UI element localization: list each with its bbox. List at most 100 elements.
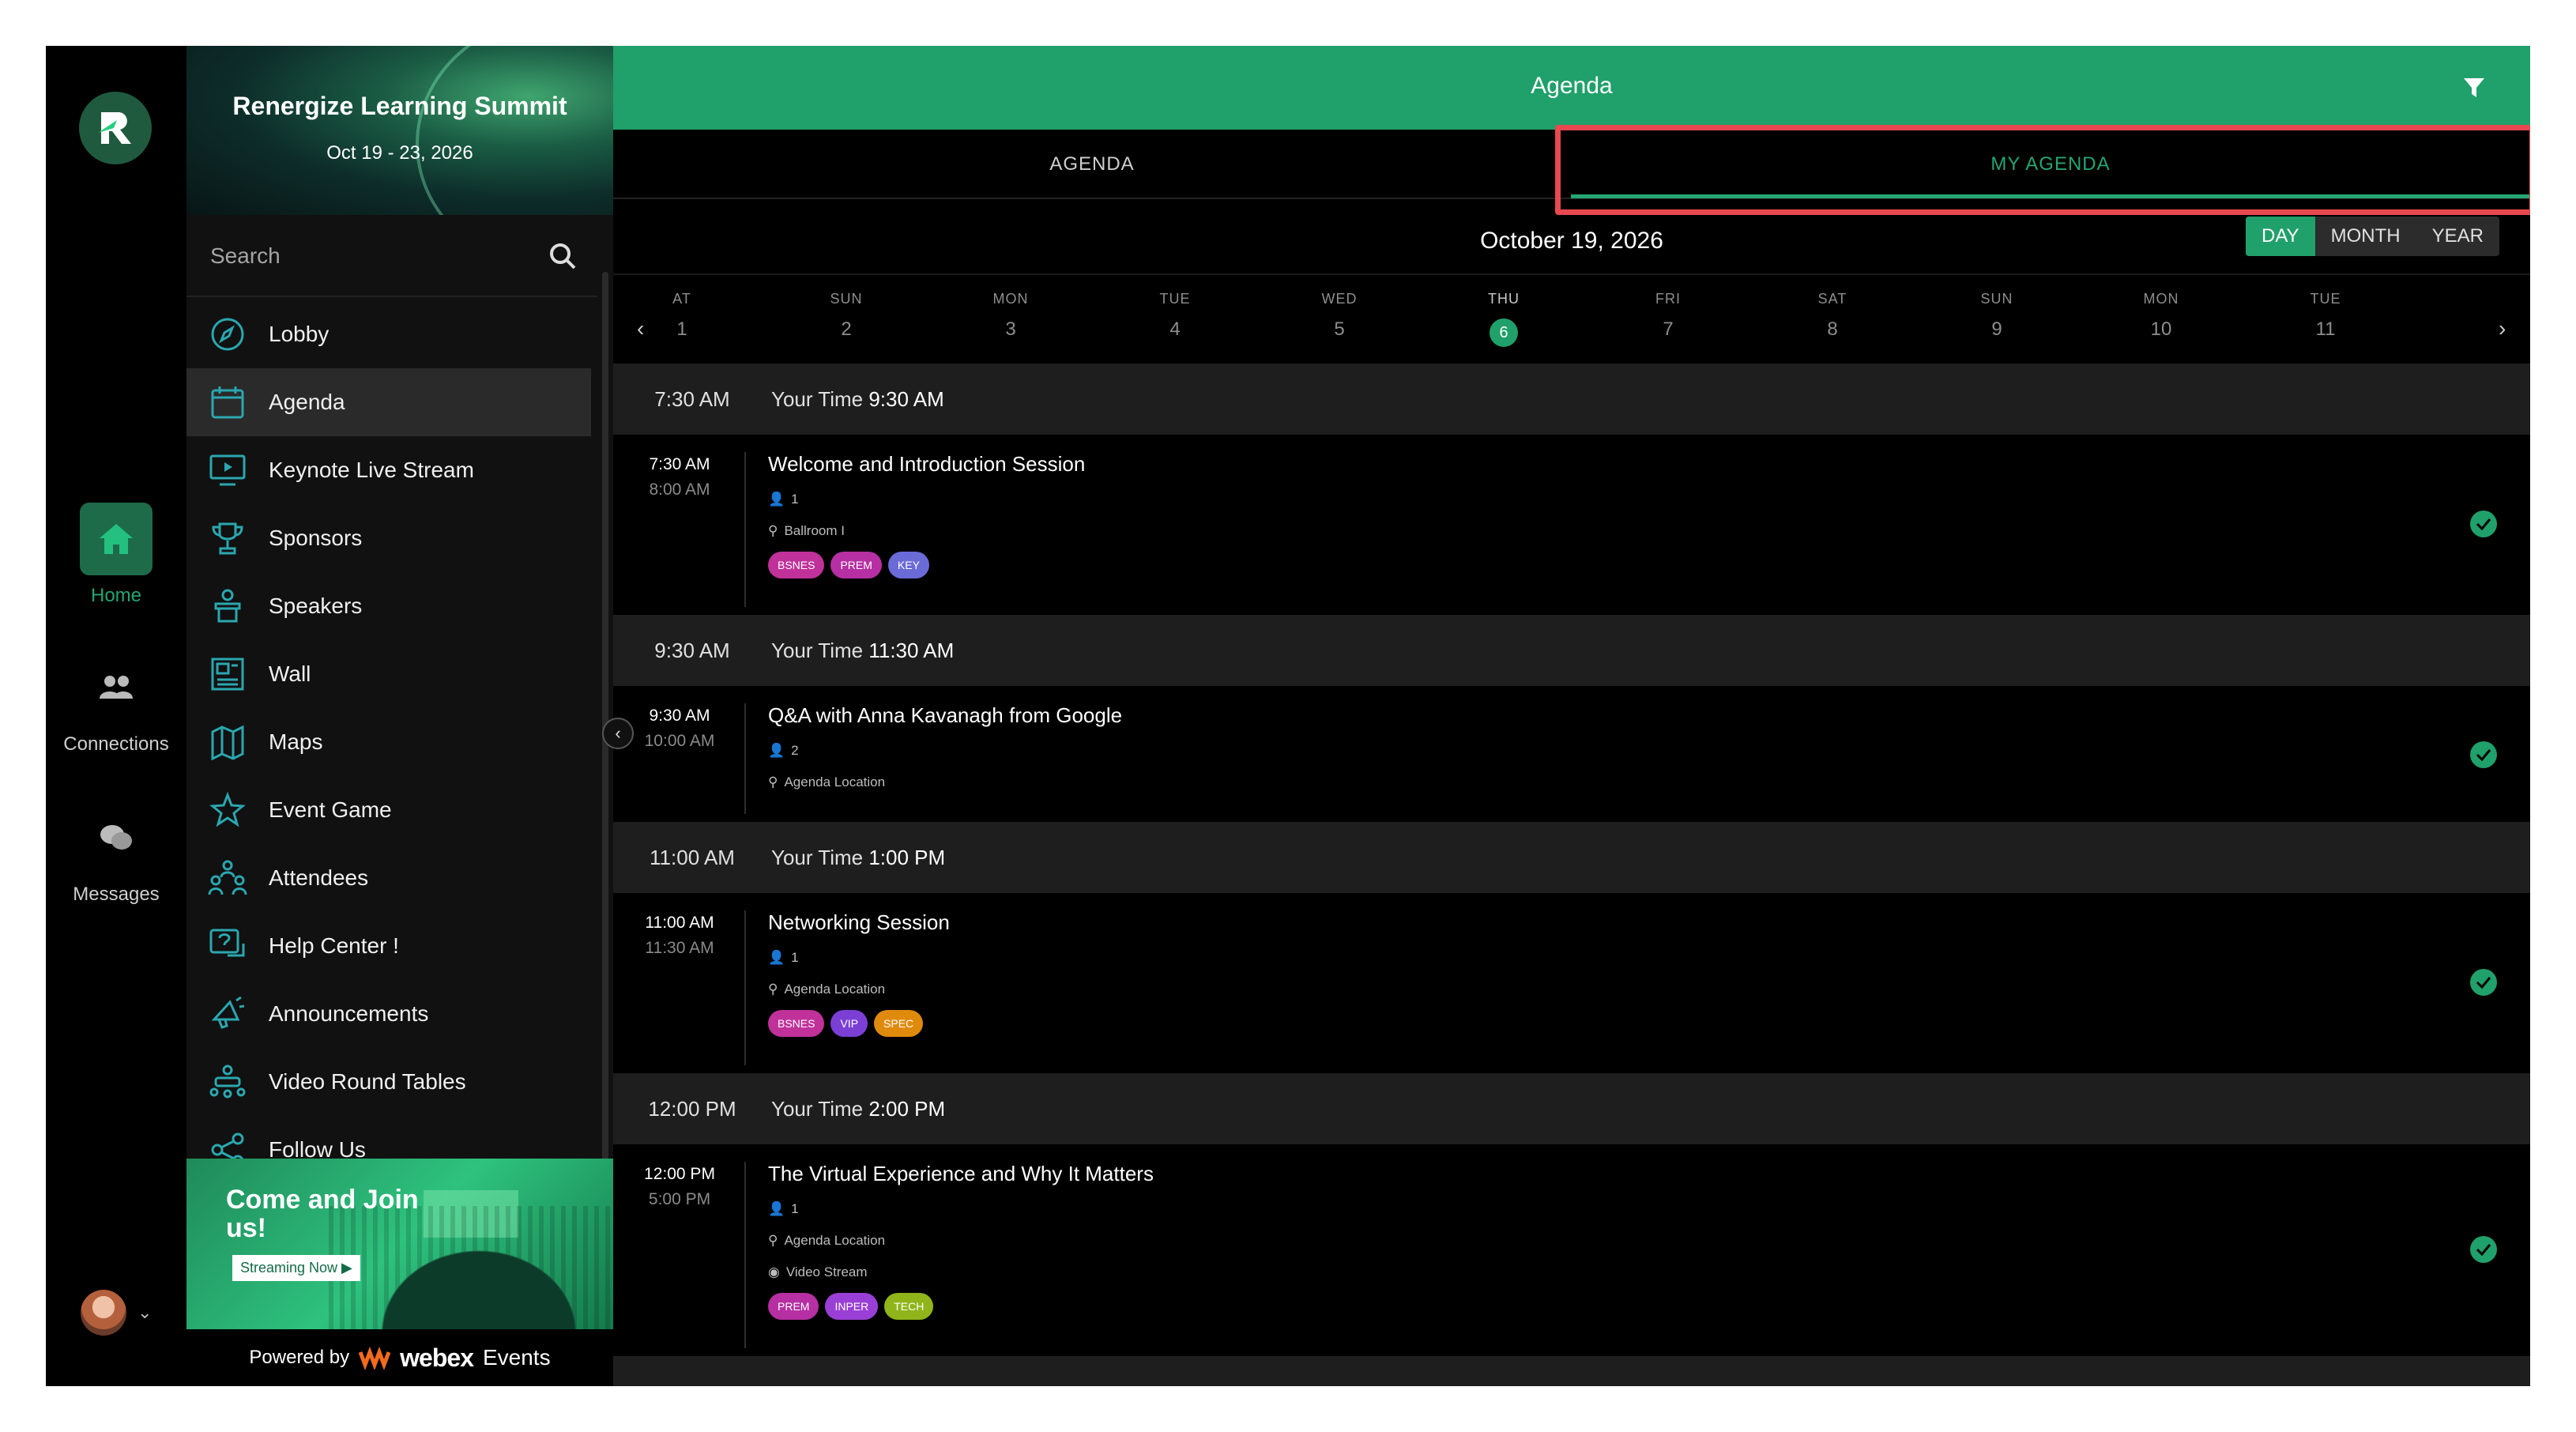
video-stream-icon: ◉ <box>768 1264 780 1279</box>
time-slot-header: 9:30 AM Your Time 11:30 AM <box>613 615 2530 686</box>
day-cell[interactable]: WED 5 <box>1292 291 1387 341</box>
search-input[interactable] <box>210 239 526 273</box>
location-pin-icon: ⚲ <box>768 523 778 538</box>
day-cell[interactable]: AT 1 <box>635 291 729 341</box>
added-check-icon[interactable] <box>2470 969 2497 996</box>
agenda-session[interactable]: 11:00 AM 11:30 AM Networking Session 👤 1 ⚲… <box>613 893 2530 1072</box>
sidebar-item-agenda[interactable]: Agenda <box>186 368 591 436</box>
added-check-icon[interactable] <box>2470 511 2497 537</box>
agenda-session[interactable]: 7:30 AM 8:00 AM Welcome and Introduction … <box>613 435 2530 613</box>
view-year-button[interactable]: YEAR <box>2416 217 2499 256</box>
day-cell[interactable]: FRI 7 <box>1621 291 1715 341</box>
your-time: Your Time 1:00 PM <box>771 846 945 870</box>
event-banner: Renergize Learning Summit Oct 19 - 23, 2… <box>186 46 613 215</box>
chevron-right-icon[interactable]: › <box>2499 316 2506 341</box>
view-day-button[interactable]: DAY <box>2246 217 2315 256</box>
tag-badge: SPEC <box>874 1010 924 1037</box>
agenda-session[interactable]: 12:00 PM 5:00 PM The Virtual Experience a… <box>613 1144 2530 1355</box>
day-number: 8 <box>1827 318 1838 340</box>
day-cell[interactable]: SUN 9 <box>1949 291 2044 341</box>
promo-banner[interactable]: Come and Join us! Streaming Now ▶ <box>186 1159 613 1329</box>
chat-icon <box>80 801 153 874</box>
tab-agenda[interactable]: AGENDA <box>613 130 1571 199</box>
agenda-session[interactable]: 9:30 AM 10:00 AM Q&A with Anna Kavanagh f… <box>613 686 2530 820</box>
sidebar-item-lobby[interactable]: Lobby <box>186 300 591 368</box>
time-slot-header: 11:00 AM Your Time 1:00 PM <box>613 822 2530 893</box>
app-logo-icon[interactable] <box>79 92 152 164</box>
added-check-icon[interactable] <box>2470 1236 2497 1263</box>
sidebar-item-wall[interactable]: Wall <box>186 640 591 708</box>
person-icon: 👤 <box>768 743 785 758</box>
sidebar-item-keynote[interactable]: Keynote Live Stream <box>186 436 591 504</box>
rail-item-messages[interactable]: Messages <box>46 801 186 906</box>
day-number: 9 <box>1991 318 2002 340</box>
session-end: 8:00 AM <box>649 480 710 499</box>
day-cell[interactable]: TUE 4 <box>1128 291 1222 341</box>
day-number: 4 <box>1169 318 1181 340</box>
session-start: 12:00 PM <box>644 1165 715 1183</box>
sidebar-item-video-round-tables[interactable]: Video Round Tables <box>186 1048 591 1116</box>
session-title[interactable]: Q&A with Anna Kavanagh from Google <box>768 703 1122 728</box>
sidebar-search <box>186 215 597 297</box>
tag-badge: KEY <box>887 552 929 578</box>
collapse-sidebar-button[interactable]: ‹ <box>602 718 634 749</box>
sidebar-item-event-game[interactable]: Event Game <box>186 776 591 844</box>
divider <box>744 703 746 814</box>
calendar-icon <box>186 384 269 420</box>
home-icon <box>80 503 153 575</box>
day-name: TUE <box>1159 291 1191 307</box>
tag-badge: TECH <box>884 1293 934 1320</box>
streaming-now-button[interactable]: Streaming Now ▶ <box>232 1255 360 1281</box>
trophy-icon <box>186 520 269 556</box>
person-icon: 👤 <box>768 1201 785 1216</box>
compass-icon <box>186 316 269 352</box>
attendee-count: 1 <box>791 950 799 965</box>
user-avatar[interactable] <box>81 1290 126 1336</box>
day-name: SAT <box>1817 291 1847 307</box>
sidebar-item-maps[interactable]: Maps <box>186 708 591 776</box>
filter-icon[interactable] <box>2462 76 2486 100</box>
sidebar-item-speakers[interactable]: Speakers <box>186 572 591 640</box>
day-cell-today[interactable]: THU 6 <box>1456 291 1551 347</box>
sidebar-item-help-center[interactable]: Help Center ! <box>186 912 591 980</box>
help-icon <box>186 928 269 964</box>
your-time: Your Time 11:30 AM <box>771 639 954 663</box>
day-cell[interactable]: MON 10 <box>2114 291 2209 341</box>
sidebar-item-label: Keynote Live Stream <box>269 458 474 482</box>
megaphone-icon <box>186 996 269 1032</box>
tag-badge: BSNES <box>768 1010 825 1037</box>
tag-badge: PREM <box>830 552 882 578</box>
session-tags: BSNES VIP SPEC <box>768 1010 924 1037</box>
session-start: 11:00 AM <box>645 914 714 932</box>
added-check-icon[interactable] <box>2470 741 2497 768</box>
view-switcher: DAY MONTH YEAR <box>2246 217 2499 256</box>
session-stream: ◉ Video Stream <box>768 1264 868 1280</box>
app-window: Home Connections Messages ⌄ Renergize Le… <box>46 46 2530 1386</box>
chevron-down-icon[interactable]: ⌄ <box>137 1302 152 1323</box>
session-title[interactable]: Welcome and Introduction Session <box>768 452 1085 477</box>
tag-badge: BSNES <box>768 552 825 578</box>
sidebar-item-sponsors[interactable]: Sponsors <box>186 504 591 572</box>
search-icon[interactable] <box>548 242 577 270</box>
person-icon: 👤 <box>768 492 785 507</box>
day-cell[interactable]: MON 3 <box>963 291 1058 341</box>
divider <box>744 910 746 1065</box>
session-title[interactable]: The Virtual Experience and Why It Matter… <box>768 1162 1154 1186</box>
view-month-button[interactable]: MONTH <box>2315 217 2416 256</box>
rail-item-connections[interactable]: Connections <box>46 651 186 756</box>
day-cell[interactable]: SUN 2 <box>799 291 894 341</box>
day-cell[interactable]: TUE 11 <box>2278 291 2373 341</box>
sidebar-item-announcements[interactable]: Announcements <box>186 980 591 1048</box>
time-slot-header <box>613 1356 2530 1386</box>
session-title[interactable]: Networking Session <box>768 910 950 935</box>
your-time-value: 9:30 AM <box>868 387 944 411</box>
day-number: 3 <box>1005 318 1016 340</box>
rail-item-home[interactable]: Home <box>46 503 186 607</box>
day-cell[interactable]: SAT 8 <box>1785 291 1880 341</box>
slot-time: 7:30 AM <box>654 387 730 411</box>
day-number: 7 <box>1663 318 1674 340</box>
sidebar-item-attendees[interactable]: Attendees <box>186 844 591 912</box>
session-times: 12:00 PM 5:00 PM <box>624 1162 735 1212</box>
attendee-count: 1 <box>791 492 799 507</box>
tag-badge: VIP <box>830 1010 868 1037</box>
